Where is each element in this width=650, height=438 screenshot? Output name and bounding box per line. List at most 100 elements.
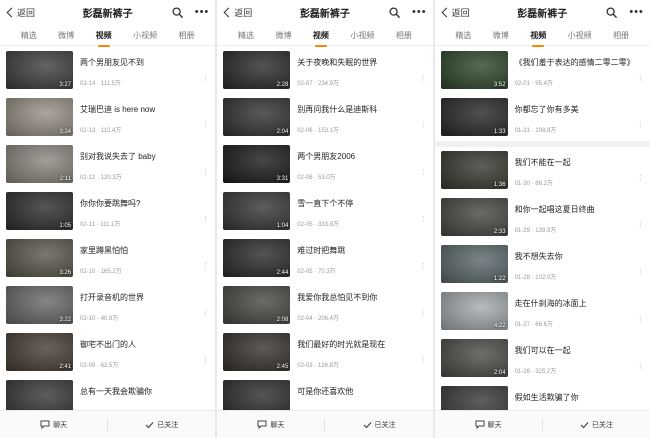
video-title[interactable]: 艾瑞巴迪 is here now: [80, 104, 209, 115]
video-thumbnail[interactable]: 2:08: [223, 286, 291, 324]
chat-button[interactable]: 聊天: [435, 420, 542, 430]
item-more-icon[interactable]: ⋮: [637, 122, 644, 129]
item-more-icon[interactable]: ⋮: [420, 122, 427, 129]
item-more-icon[interactable]: ⋮: [202, 357, 209, 364]
video-title[interactable]: 和你一起唱这夏日终曲: [515, 204, 644, 215]
video-title[interactable]: 别再问我什么是迪斯科: [297, 104, 426, 115]
video-list-item[interactable]: 3:27 两个男朋友见不到 02-14 · 111.5万 ⋮: [0, 47, 215, 94]
video-list-item[interactable]: 2:33 和你一起唱这夏日终曲 01-29 · 139.9万 ⋮: [435, 194, 650, 241]
video-thumbnail[interactable]: 1:33: [440, 98, 508, 136]
video-list-item[interactable]: 假如生活欺骗了你⋮: [435, 382, 650, 410]
video-thumbnail[interactable]: 2:11: [6, 145, 73, 183]
video-thumbnail[interactable]: [223, 380, 291, 410]
video-list[interactable]: 3:27 两个男朋友见不到 02-14 · 111.5万 ⋮ 3:24 艾瑞巴迪 is h…: [0, 47, 215, 410]
video-thumbnail[interactable]: 2:04: [223, 98, 291, 136]
tab-item[interactable]: 相册: [613, 27, 629, 41]
video-list-item[interactable]: 2:04 别再问我什么是迪斯科 02-06 · 153.1万 ⋮: [217, 94, 432, 141]
video-list-item[interactable]: 3:26 家里蹲黑怕怕 02-10 · 165.2万 ⋮: [0, 235, 215, 282]
item-more-icon[interactable]: ⋮: [202, 169, 209, 176]
item-more-icon[interactable]: ⋮: [420, 357, 427, 364]
video-title[interactable]: 你都忘了你有多美: [515, 104, 644, 115]
video-title[interactable]: 《我们羞于表达的感情二零二零》: [515, 57, 644, 68]
video-title[interactable]: 家里蹲黑怕怕: [80, 245, 209, 256]
more-options-icon[interactable]: •••: [412, 7, 427, 18]
video-thumbnail[interactable]: 3:31: [223, 145, 291, 183]
video-list-item[interactable]: 2:08 我爱你我总怕见不到你 02-04 · 206.4万 ⋮: [217, 282, 432, 329]
search-icon[interactable]: [389, 7, 400, 18]
video-thumbnail[interactable]: 3:27: [6, 51, 73, 89]
video-title[interactable]: 我爱你我总怕见不到你: [297, 292, 426, 303]
tab-item[interactable]: 相册: [179, 27, 195, 41]
tab-item[interactable]: 精选: [455, 27, 471, 41]
video-thumbnail[interactable]: 2:44: [223, 239, 291, 277]
followed-button[interactable]: 已关注: [543, 420, 650, 430]
tab-item[interactable]: 小视频: [568, 27, 592, 41]
more-options-icon[interactable]: •••: [195, 7, 210, 18]
video-list-item[interactable]: 1:04 雪一直下个不停 02-05 · 333.9万 ⋮: [217, 188, 432, 235]
video-title[interactable]: 雪一直下个不停: [297, 198, 426, 209]
tab-item[interactable]: 小视频: [133, 27, 157, 41]
video-title[interactable]: 打开录音机的世界: [80, 292, 209, 303]
back-button[interactable]: 返回: [223, 6, 252, 19]
video-title[interactable]: 难过时把舞跳: [297, 245, 426, 256]
item-more-icon[interactable]: ⋮: [202, 122, 209, 129]
video-thumbnail[interactable]: 2:28: [223, 51, 291, 89]
video-thumbnail[interactable]: 2:33: [440, 198, 508, 236]
video-title[interactable]: 走在什刹海的冰面上: [515, 298, 644, 309]
video-title[interactable]: 两个男朋友2006: [297, 151, 426, 162]
video-list-item[interactable]: 3:52 《我们羞于表达的感情二零二零》 02-01 · 95.4万 ⋮: [435, 47, 650, 94]
chat-button[interactable]: 聊天: [0, 420, 107, 430]
video-thumbnail[interactable]: 4:22: [440, 292, 508, 330]
item-more-icon[interactable]: ⋮: [420, 263, 427, 270]
video-list-item[interactable]: 2:44 难过时把舞跳 02-05 · 70.3万 ⋮: [217, 235, 432, 282]
video-thumbnail[interactable]: [6, 380, 73, 410]
item-more-icon[interactable]: ⋮: [202, 75, 209, 82]
video-list-item[interactable]: 1:33 你都忘了你有多美 01-31 · 108.8万 ⋮: [435, 94, 650, 141]
back-button[interactable]: 返回: [441, 6, 470, 19]
video-list[interactable]: 2:28 关于夜晚和失眠的世界 02-07 · 234.9万 ⋮ 2:04 别再问我什么是…: [217, 47, 432, 410]
video-thumbnail[interactable]: 3:26: [6, 239, 73, 277]
item-more-icon[interactable]: ⋮: [202, 216, 209, 223]
followed-button[interactable]: 已关注: [108, 420, 215, 430]
video-list-item[interactable]: 2:11 别对我说失去了 baby 02-12 · 120.3万 ⋮: [0, 141, 215, 188]
video-thumbnail[interactable]: 2:04: [440, 339, 508, 377]
video-thumbnail[interactable]: 3:24: [6, 98, 73, 136]
video-thumbnail[interactable]: 2:41: [6, 333, 73, 371]
video-title[interactable]: 我们不能在一起: [515, 157, 644, 168]
search-icon[interactable]: [606, 7, 618, 18]
item-more-icon[interactable]: ⋮: [637, 316, 644, 323]
video-thumbnail[interactable]: 3:22: [6, 286, 73, 324]
video-list-item[interactable]: 3:22 打开录音机的世界 02-10 · 40.8万 ⋮: [0, 282, 215, 329]
video-list-item[interactable]: 1:22 我不想失去你 01-28 · 102.0万 ⋮: [435, 241, 650, 288]
video-title[interactable]: 可是你还喜欢他: [297, 386, 426, 397]
video-list-item[interactable]: 总有一天我会欺骗你⋮: [0, 376, 215, 410]
chat-button[interactable]: 聊天: [217, 420, 324, 430]
video-title[interactable]: 关于夜晚和失眠的世界: [297, 57, 426, 68]
video-title[interactable]: 总有一天我会欺骗你: [80, 386, 209, 397]
video-title[interactable]: 御宅不出门的人: [80, 339, 209, 350]
video-thumbnail[interactable]: 3:52: [440, 51, 508, 89]
video-thumbnail[interactable]: 1:04: [223, 192, 291, 230]
tab-item[interactable]: 微博: [275, 27, 291, 41]
item-more-icon[interactable]: ⋮: [420, 216, 427, 223]
item-more-icon[interactable]: ⋮: [637, 222, 644, 229]
video-title[interactable]: 我们可以在一起: [515, 345, 644, 356]
item-more-icon[interactable]: ⋮: [420, 310, 427, 317]
video-list-item[interactable]: 1:36 我们不能在一起 01-30 · 86.2万 ⋮: [435, 147, 650, 194]
tab-item[interactable]: 小视频: [350, 27, 374, 41]
video-title[interactable]: 两个男朋友见不到: [80, 57, 209, 68]
video-list[interactable]: 3:52 《我们羞于表达的感情二零二零》 02-01 · 95.4万 ⋮ 1:33 你都忘…: [434, 47, 650, 410]
tab-item[interactable]: 视频: [96, 27, 112, 41]
item-more-icon[interactable]: ⋮: [637, 363, 644, 370]
followed-button[interactable]: 已关注: [325, 420, 432, 430]
item-more-icon[interactable]: ⋮: [420, 169, 427, 176]
video-thumbnail[interactable]: 1:05: [6, 192, 73, 230]
video-list-item[interactable]: 2:04 我们可以在一起 01-26 · 325.2万 ⋮: [435, 335, 650, 382]
video-title[interactable]: 我们最好的时光就是现在: [297, 339, 426, 350]
video-list-item[interactable]: 3:31 两个男朋友2006 02-06 · 53.0万 ⋮: [217, 141, 432, 188]
video-thumbnail[interactable]: 2:45: [223, 333, 291, 371]
item-more-icon[interactable]: ⋮: [637, 269, 644, 276]
item-more-icon[interactable]: ⋮: [202, 263, 209, 270]
video-thumbnail[interactable]: 1:36: [440, 151, 508, 189]
video-thumbnail[interactable]: [440, 386, 508, 410]
